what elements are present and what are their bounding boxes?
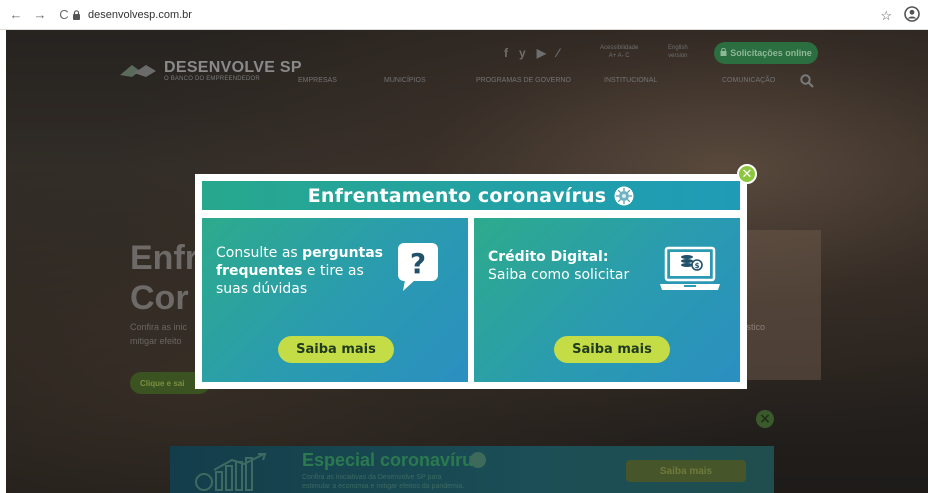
- laptop-icon: $: [660, 246, 720, 290]
- banner-text-line2: estimular a economia e mitigar efeitos d…: [302, 483, 465, 490]
- faq-saiba-mais-button[interactable]: Saiba mais: [278, 336, 394, 363]
- menu-item-empresas[interactable]: EMPRESAS: [298, 77, 337, 84]
- rss-icon[interactable]: ⁄: [557, 46, 559, 60]
- lock-icon: [720, 47, 727, 58]
- english-version-link[interactable]: English version: [668, 44, 688, 60]
- profile-icon[interactable]: [904, 6, 920, 25]
- modal-header: Enfrentamento coronavírus: [202, 181, 740, 210]
- site-logo[interactable]: DESENVOLVE SP O BANCO DO EMPREENDEDOR: [118, 60, 302, 82]
- credito-digital-card[interactable]: Crédito Digital: Saiba como solicitar $ …: [474, 218, 740, 382]
- special-coronavirus-banner: Especial coronavírus Confira as iniciati…: [170, 446, 774, 493]
- faq-card-text: Consulte as perguntas frequentes e tire …: [216, 244, 396, 298]
- credito-heading: Crédito Digital:: [488, 249, 609, 265]
- version-label: version: [668, 53, 688, 59]
- address-bar[interactable]: desenvolvesp.com.br: [72, 5, 862, 25]
- font-size-controls[interactable]: A+ A- C: [600, 52, 638, 60]
- hero-right-text: ístico: [744, 322, 766, 332]
- menu-item-programas[interactable]: PROGRAMAS DE GOVERNO: [476, 77, 571, 84]
- faq-text-a: Consulte as: [216, 245, 303, 261]
- hero-title: Enfr Cor: [130, 238, 198, 318]
- solicitacoes-label: Solicitações online: [730, 48, 812, 58]
- svg-text:$: $: [695, 262, 700, 270]
- social-links: f y ▶ ⁄: [504, 46, 559, 60]
- hero-title-line1: Enfr: [130, 239, 198, 277]
- banner-title: Especial coronavírus: [302, 450, 484, 470]
- credito-saiba-mais-button[interactable]: Saiba mais: [554, 336, 670, 363]
- banner-saiba-mais-button[interactable]: Saiba mais: [626, 460, 746, 482]
- forward-arrow-icon[interactable]: →: [32, 7, 48, 23]
- modal-title: Enfrentamento coronavírus: [307, 184, 607, 207]
- logo-name: DESENVOLVE SP: [164, 59, 302, 76]
- svg-text:?: ?: [410, 247, 426, 280]
- lock-icon: [72, 10, 82, 20]
- hero-title-line2: Cor: [130, 279, 189, 317]
- english-label: English: [668, 45, 688, 51]
- faq-text-b: perguntas: [302, 245, 384, 261]
- browser-toolbar: ← → C desenvolvesp.com.br ☆: [0, 0, 928, 30]
- faq-text-c: frequentes: [216, 263, 303, 279]
- youtube-icon[interactable]: ▶: [537, 46, 546, 60]
- search-icon[interactable]: [800, 74, 814, 88]
- logo-tagline: O BANCO DO EMPREENDEDOR: [164, 76, 260, 82]
- banner-close-icon[interactable]: ×: [756, 410, 774, 428]
- site-header: DESENVOLVE SP O BANCO DO EMPREENDEDOR f …: [6, 30, 928, 110]
- banner-text: Confira as iniciativas da Desenvolve SP …: [302, 473, 562, 491]
- banner-text-line1: Confira as iniciativas da Desenvolve SP …: [302, 474, 442, 481]
- accessibility-controls[interactable]: Acessibilidade A+ A- C: [600, 44, 638, 60]
- coronavirus-icon: [614, 186, 634, 205]
- growth-chart-icon: [195, 453, 267, 491]
- url-text: desenvolvesp.com.br: [88, 9, 192, 21]
- coronavirus-modal: Enfrentamento coronavírus Consulte as pe…: [195, 174, 747, 389]
- back-arrow-icon[interactable]: ←: [8, 7, 24, 23]
- menu-item-institucional[interactable]: INSTITUCIONAL: [604, 77, 657, 84]
- reload-icon[interactable]: C: [56, 7, 72, 23]
- accessibility-label: Acessibilidade: [600, 45, 639, 51]
- logo-mark-icon: [120, 65, 156, 77]
- solicitacoes-online-button[interactable]: Solicitações online: [714, 42, 818, 64]
- facebook-icon[interactable]: f: [504, 46, 508, 60]
- credito-text: Saiba como solicitar: [488, 267, 630, 283]
- bookmark-star-icon[interactable]: ☆: [880, 8, 892, 24]
- coronavirus-icon: [470, 452, 486, 468]
- twitter-icon[interactable]: y: [519, 46, 526, 60]
- faq-text-d: e tire as: [302, 263, 364, 279]
- question-bubble-icon: ?: [398, 243, 438, 291]
- menu-item-comunicacao[interactable]: COMUNICAÇÃO: [722, 77, 775, 84]
- credito-card-text: Crédito Digital: Saiba como solicitar: [488, 248, 668, 284]
- modal-close-icon[interactable]: ✕: [737, 164, 757, 184]
- faq-text-e: suas dúvidas: [216, 281, 308, 297]
- menu-item-municipios[interactable]: MUNICÍPIOS: [384, 77, 426, 84]
- faq-card[interactable]: Consulte as perguntas frequentes e tire …: [202, 218, 468, 382]
